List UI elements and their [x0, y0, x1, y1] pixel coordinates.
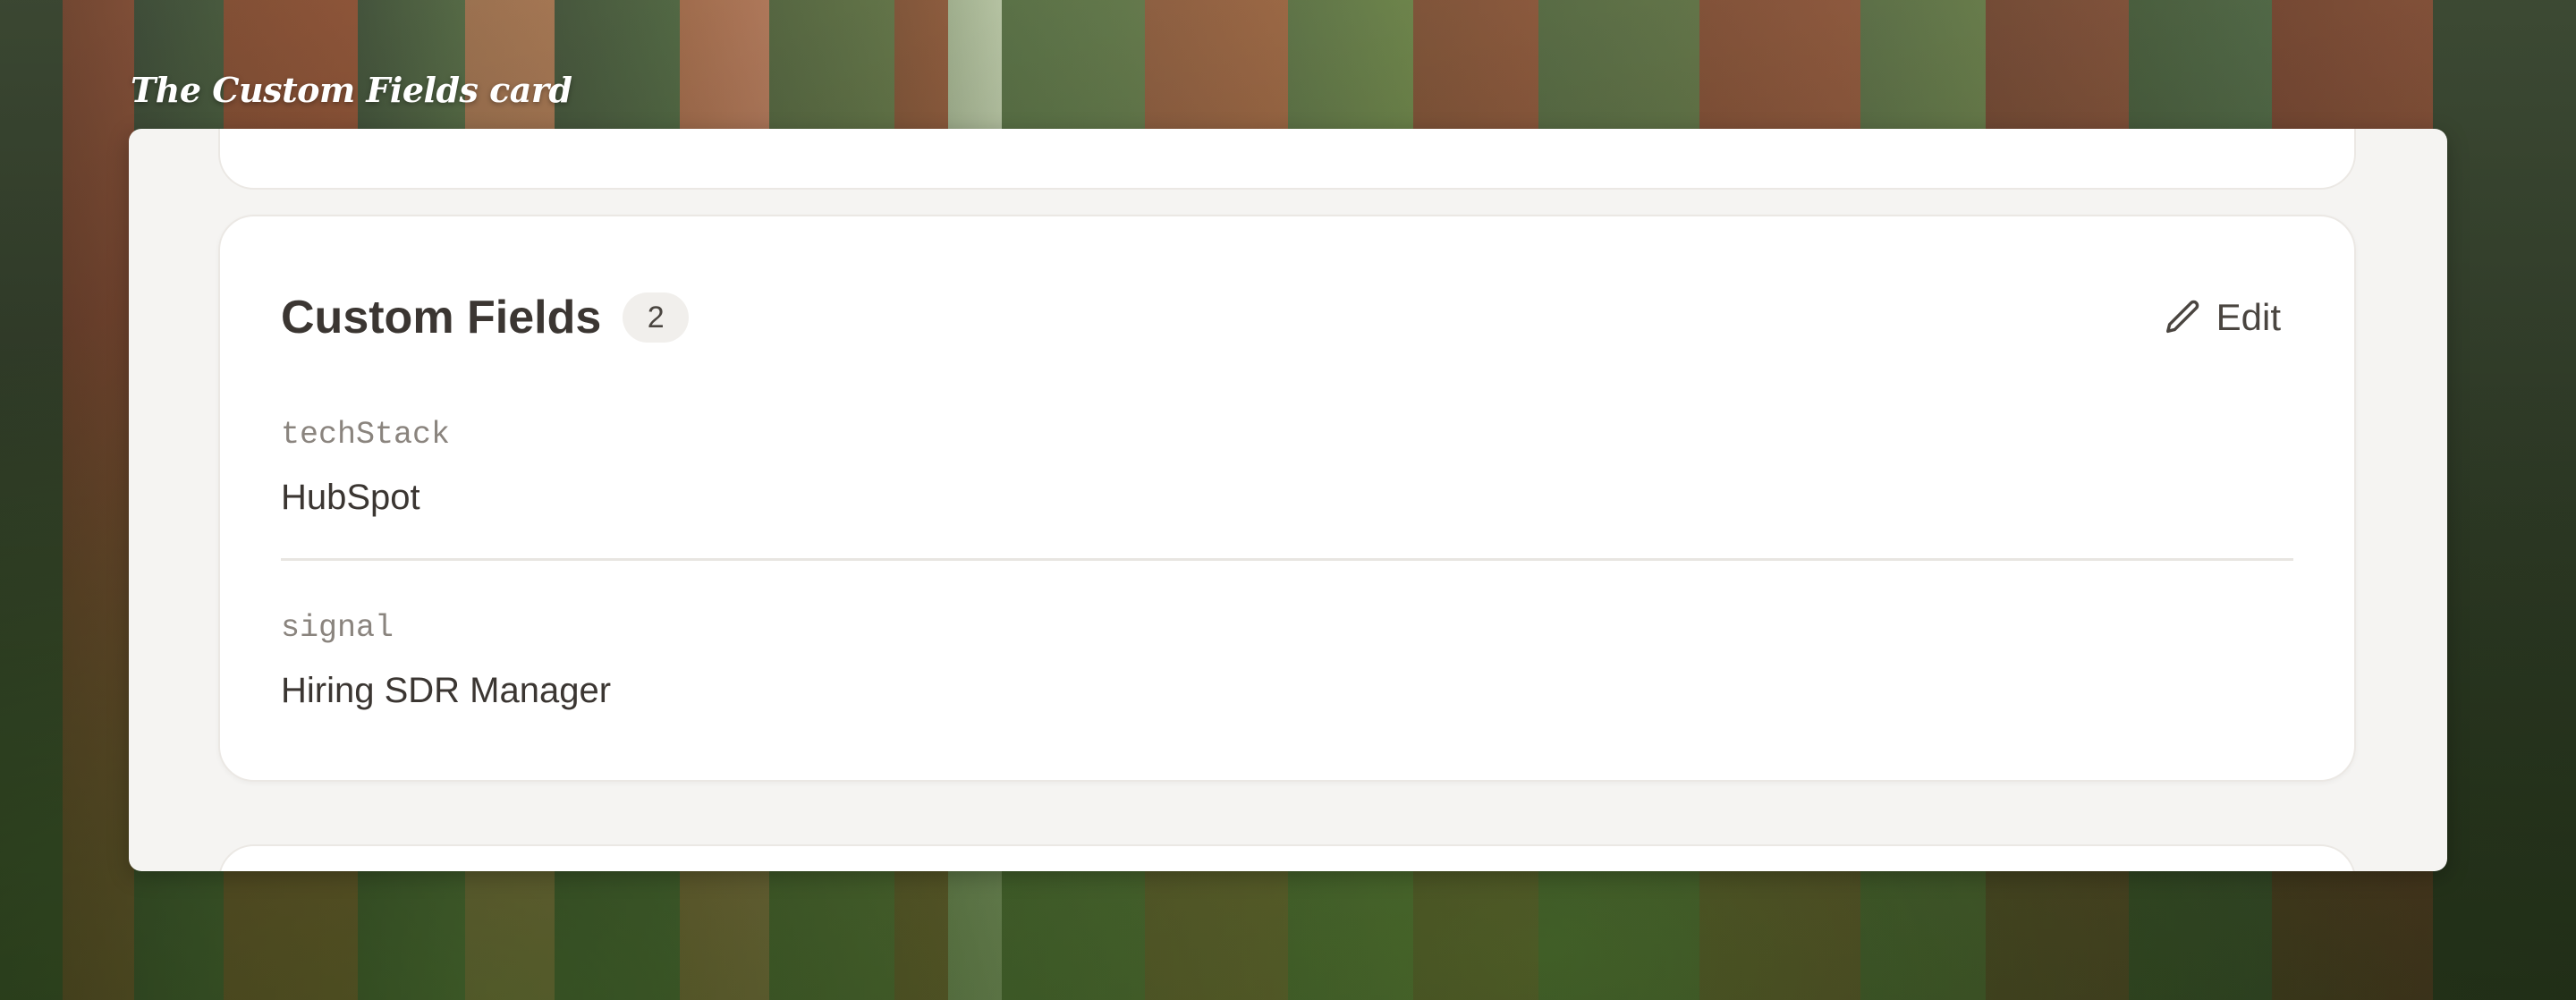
pencil-icon: [2163, 297, 2204, 338]
edit-button[interactable]: Edit: [2150, 289, 2293, 346]
card-title: Custom Fields: [281, 292, 602, 343]
field-count-badge: 2: [623, 292, 690, 343]
custom-field-row: signal Hiring SDR Manager: [281, 608, 2293, 714]
custom-fields-card: Custom Fields 2 Edit techStack HubSpot s…: [218, 215, 2356, 782]
screenshot-caption: The Custom Fields card: [131, 70, 572, 110]
previous-card: [218, 129, 2356, 190]
edit-label: Edit: [2216, 296, 2281, 338]
field-divider: [281, 558, 2293, 561]
field-key: signal: [281, 610, 394, 646]
field-value: HubSpot: [281, 478, 420, 517]
field-value: Hiring SDR Manager: [281, 671, 612, 710]
next-card: [218, 844, 2356, 871]
field-key: techStack: [281, 417, 451, 453]
content-panel: Custom Fields 2 Edit techStack HubSpot s…: [129, 129, 2447, 871]
card-header: Custom Fields 2 Edit: [281, 286, 2293, 349]
custom-field-row: techStack HubSpot: [281, 415, 2293, 521]
